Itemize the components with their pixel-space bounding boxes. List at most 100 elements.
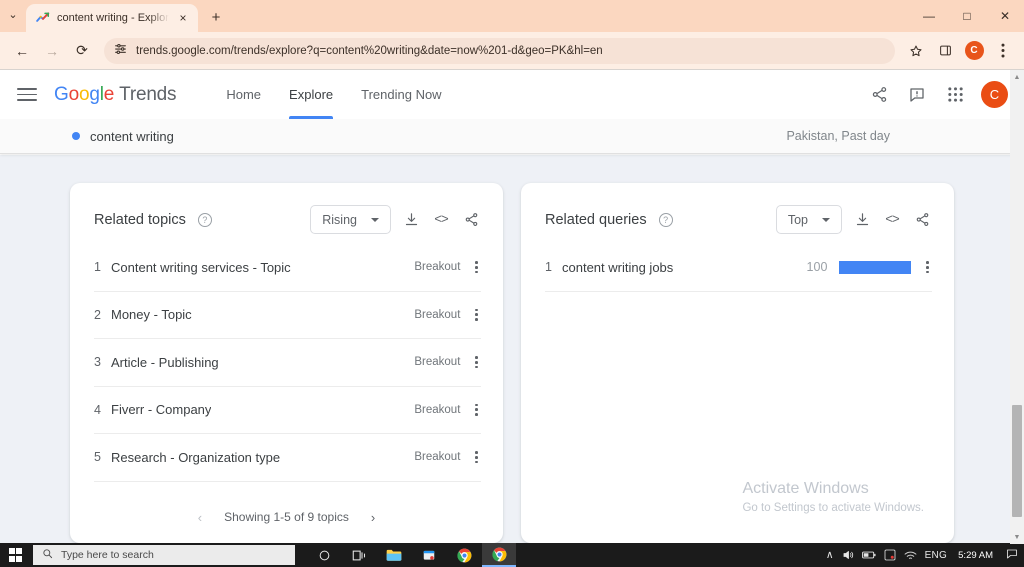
series-color-dot [72, 132, 80, 140]
help-icon[interactable]: ? [197, 212, 212, 227]
share-icon[interactable] [461, 210, 481, 230]
row-label[interactable]: Money - Topic [111, 307, 192, 322]
row-menu-icon[interactable] [472, 352, 481, 372]
close-window-button[interactable]: ✕ [986, 0, 1024, 32]
header-actions: C [867, 81, 1008, 108]
maximize-button[interactable]: □ [948, 0, 986, 32]
star-icon[interactable] [903, 38, 929, 64]
activate-windows-watermark: Activate Windows Go to Settings to activ… [742, 478, 924, 516]
tab-title: content writing - Explore - Goo [57, 12, 169, 24]
row-label[interactable]: Article - Publishing [111, 355, 219, 370]
chrome-active-icon[interactable] [482, 543, 516, 567]
primary-nav: Home Explore Trending Now [212, 70, 455, 119]
card-title: Related queries ? [545, 212, 673, 228]
row-menu-icon[interactable] [472, 257, 481, 277]
profile-avatar[interactable]: C [961, 38, 987, 64]
battery-icon[interactable] [861, 550, 876, 560]
nav-item-trending-now[interactable]: Trending Now [347, 70, 455, 119]
previous-page-button[interactable]: ‹ [192, 506, 208, 529]
queries-filter-dropdown[interactable]: Top [775, 205, 842, 234]
table-row[interactable]: 1 Content writing services - Topic Break… [94, 244, 481, 292]
download-icon[interactable] [401, 210, 421, 230]
chrome-browser-window: ⌄ content writing - Explore - Goo × + — … [0, 0, 1024, 544]
system-tray: ∧ ENG 5:29 AM [826, 548, 1024, 563]
feedback-icon[interactable] [905, 83, 929, 107]
next-page-button[interactable]: › [365, 506, 381, 529]
page-scrollbar[interactable]: ▲ ▼ [1010, 70, 1024, 544]
help-icon[interactable]: ? [658, 212, 673, 227]
onedrive-icon[interactable] [884, 549, 896, 561]
table-row[interactable]: 3 Article - Publishing Breakout [94, 339, 481, 387]
scrollbar-thumb[interactable] [1012, 405, 1022, 517]
row-menu-icon[interactable] [472, 447, 481, 467]
scroll-up-arrow-icon[interactable]: ▲ [1010, 70, 1024, 84]
related-topics-card: Related topics ? Rising <> 1 Content wri… [70, 183, 503, 543]
table-row[interactable]: 5 Research - Organization type Breakout [94, 434, 481, 482]
query-term: content writing [90, 128, 174, 144]
logo-letter: g [89, 83, 100, 105]
action-center-icon[interactable] [1004, 548, 1018, 563]
taskbar-search-input[interactable]: Type here to search [33, 545, 295, 565]
row-menu-icon[interactable] [472, 305, 481, 325]
microsoft-store-icon[interactable] [412, 543, 446, 567]
minimize-button[interactable]: — [910, 0, 948, 32]
three-dot-menu-icon[interactable] [990, 38, 1016, 64]
row-right: Breakout [414, 447, 481, 467]
query-term-group: content writing [72, 129, 174, 144]
chrome-icon[interactable] [447, 543, 481, 567]
logo-letter: o [68, 83, 80, 105]
card-title-text: Related topics [94, 211, 186, 228]
file-explorer-icon[interactable] [377, 543, 411, 567]
browser-tab[interactable]: content writing - Explore - Goo × [26, 4, 198, 32]
share-icon[interactable] [867, 83, 891, 107]
tab-search-chevron-icon[interactable]: ⌄ [0, 0, 26, 32]
google-apps-icon[interactable] [943, 83, 967, 107]
side-panel-icon[interactable] [932, 38, 958, 64]
nav-item-home[interactable]: Home [212, 70, 275, 119]
avatar[interactable]: C [981, 81, 1008, 108]
download-icon[interactable] [852, 210, 872, 230]
hamburger-icon[interactable] [14, 82, 40, 108]
address-bar[interactable]: trends.google.com/trends/explore?q=conte… [104, 37, 895, 64]
row-right: Breakout [414, 400, 481, 420]
row-menu-icon[interactable] [472, 400, 481, 420]
table-row[interactable]: 1 content writing jobs 100 [545, 244, 932, 292]
table-row[interactable]: 2 Money - Topic Breakout [94, 292, 481, 339]
row-label[interactable]: Content writing services - Topic [111, 260, 291, 275]
table-row[interactable]: 4 Fiverr - Company Breakout [94, 387, 481, 434]
tab-close-icon[interactable]: × [176, 12, 190, 24]
task-view-icon[interactable] [342, 543, 376, 567]
share-icon[interactable] [912, 210, 932, 230]
language-indicator[interactable]: ENG [925, 550, 948, 561]
row-right: Breakout [414, 305, 481, 325]
back-button[interactable]: ← [8, 37, 36, 65]
row-rank: 2 [94, 307, 101, 322]
windows-start-icon[interactable] [0, 543, 31, 567]
embed-icon[interactable]: <> [431, 210, 451, 230]
row-label[interactable]: content writing jobs [562, 260, 673, 275]
row-right: Breakout [414, 257, 481, 277]
logo-letter: G [54, 83, 69, 105]
site-settings-icon[interactable] [114, 42, 127, 60]
clock[interactable]: 5:29 AM [955, 550, 996, 561]
volume-icon[interactable] [842, 549, 854, 561]
scroll-down-arrow-icon[interactable]: ▼ [1010, 530, 1024, 544]
topics-filter-dropdown[interactable]: Rising [310, 205, 391, 234]
row-label[interactable]: Fiverr - Company [111, 402, 211, 417]
google-trends-logo[interactable]: Google Trends [54, 83, 177, 106]
cortana-icon[interactable] [307, 543, 341, 567]
query-summary-bar: content writing Pakistan, Past day [0, 119, 1024, 154]
forward-button[interactable]: → [38, 37, 66, 65]
nav-item-explore[interactable]: Explore [275, 70, 347, 119]
logo-letter: e [103, 83, 115, 105]
related-topics-list: 1 Content writing services - Topic Break… [70, 244, 503, 491]
filter-value: Rising [322, 212, 357, 227]
reload-button[interactable]: ⟳ [68, 37, 96, 65]
tray-overflow-icon[interactable]: ∧ [826, 549, 834, 561]
row-label[interactable]: Research - Organization type [111, 450, 280, 465]
row-menu-icon[interactable] [923, 257, 932, 277]
new-tab-button[interactable]: + [202, 4, 230, 32]
row-rank: 1 [545, 260, 552, 275]
embed-icon[interactable]: <> [882, 210, 902, 230]
wifi-icon[interactable] [904, 550, 917, 561]
